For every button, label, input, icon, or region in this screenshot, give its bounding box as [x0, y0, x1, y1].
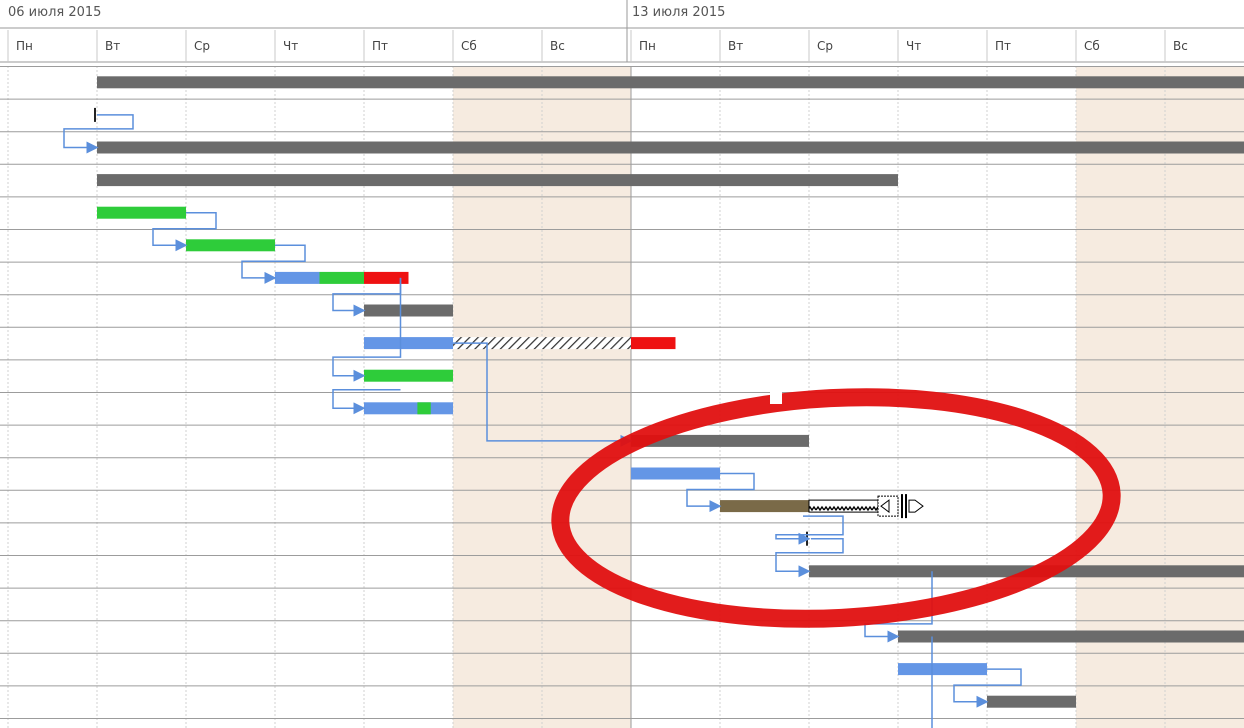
highlight-gap: [770, 388, 782, 404]
drag-preview-bar: [808, 499, 879, 513]
task-bar-done: [186, 239, 275, 252]
task-bar-planned: [631, 467, 720, 480]
task-bar-summary: [898, 630, 1244, 643]
task-bar-done: [417, 402, 431, 415]
task-bar-delayed: [720, 500, 809, 513]
weekend-shade: [453, 66, 542, 728]
weekend-shade: [542, 66, 631, 728]
task-bar-planned: [364, 402, 453, 415]
task-bar-summary: [97, 141, 1244, 154]
task-bar-planned: [898, 663, 987, 676]
task-bar-summary: [97, 76, 1244, 89]
weekend-shade: [1165, 66, 1244, 728]
weekend-shade: [1076, 66, 1165, 728]
task-bar-summary: [987, 695, 1076, 708]
task-bar-late: [364, 271, 409, 284]
task-bar-summary: [364, 304, 453, 317]
task-bar-planned: [275, 271, 320, 284]
task-bar-done: [97, 206, 186, 219]
gantt-canvas: [0, 0, 1244, 728]
task-bar-late: [631, 337, 676, 350]
resize-cursor-arrow-right: [908, 499, 924, 513]
task-bar-summary: [97, 174, 898, 187]
task-bar-done: [319, 271, 364, 284]
task-bar-done: [364, 369, 453, 382]
task-bar-planned: [364, 337, 453, 350]
gantt-chart: 06 июля 2015 13 июля 2015 Пн Вт Ср Чт Пт…: [0, 0, 1244, 728]
